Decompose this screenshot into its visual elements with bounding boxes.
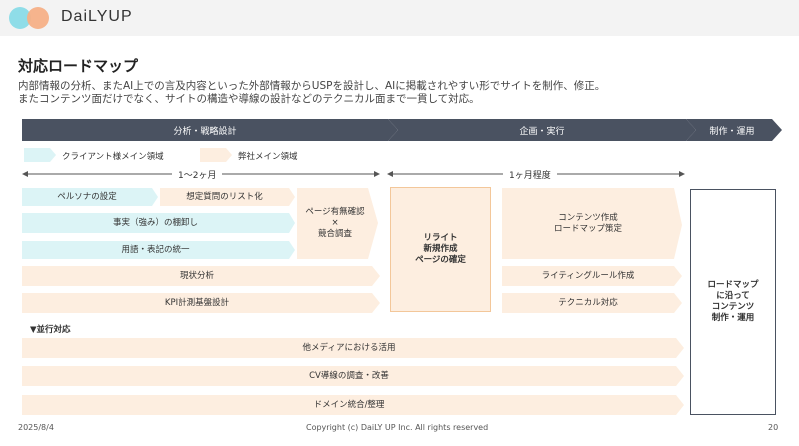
phase-label-analysis: 分析・戦略設計 <box>173 125 236 137</box>
page-check-line-1: ページ有無確認 <box>305 207 365 217</box>
duration-arrow-1-left-head <box>22 171 28 177</box>
phase-label-operation: 制作・運用 <box>709 125 754 137</box>
duration-label-2: 1ヶ月程度 <box>503 168 557 181</box>
rewrite-line-1: リライト <box>423 233 458 243</box>
box-domain: ドメイン統合/整理 <box>313 399 385 410</box>
duration-arrow-2-left-head <box>387 171 393 177</box>
box-questions: 想定質問のリスト化 <box>186 191 263 202</box>
box-current: 現状分析 <box>179 270 214 281</box>
box-facts: 事実（強み）の棚卸し <box>112 217 198 228</box>
box-media: 他メディアにおける活用 <box>302 342 396 353</box>
box-operation: ロードマップ に沿って コンテンツ 制作・運用 <box>690 189 776 415</box>
box-rewrite: リライト 新規作成 ページの確定 <box>390 187 491 312</box>
box-technical: テクニカル対応 <box>558 297 618 308</box>
page-check-line-2: × <box>331 218 339 228</box>
box-writing-rule: ライティングルール作成 <box>541 270 635 281</box>
legend-label-company: 弊社メイン領域 <box>238 152 298 162</box>
footer-copyright: Copyright (c) DaiLY UP Inc. All rights r… <box>306 423 489 432</box>
duration-label-1: 1～2ヶ月 <box>172 168 223 181</box>
box-kpi: KPI計測基盤設計 <box>164 297 230 308</box>
footer-date: 2025/8/4 <box>18 423 54 432</box>
footer-page-number: 20 <box>768 423 779 432</box>
phase-label-planning: 企画・実行 <box>519 125 564 137</box>
legend-swatch-client <box>24 148 56 162</box>
parallel-label: ▼並行対応 <box>30 325 71 335</box>
box-content: コンテンツ作成 ロードマップ策定 <box>502 188 674 259</box>
operation-line-1: ロードマップ <box>707 280 759 290</box>
operation-line-3: コンテンツ <box>711 302 755 312</box>
operation-line-4: 制作・運用 <box>711 313 755 323</box>
page-check-line-3: 競合調査 <box>317 229 352 239</box>
box-terms: 用語・表記の統一 <box>121 244 190 255</box>
rewrite-line-3: ページの確定 <box>415 255 466 265</box>
legend-swatch-company <box>200 148 232 162</box>
duration-arrow-1-right-head <box>374 171 380 177</box>
content-line-1: コンテンツ作成 <box>558 212 618 223</box>
box-persona: ペルソナの設定 <box>57 191 117 202</box>
box-page-check: ページ有無確認 × 競合調査 <box>297 188 373 259</box>
legend-label-client: クライアント様メイン領域 <box>62 152 164 162</box>
operation-line-2: に沿って <box>716 291 750 301</box>
rewrite-line-2: 新規作成 <box>423 244 458 254</box>
duration-arrow-2-right-head <box>679 171 685 177</box>
box-cv: CV導線の調査・改善 <box>309 370 389 381</box>
content-line-2: ロードマップ策定 <box>553 223 622 234</box>
